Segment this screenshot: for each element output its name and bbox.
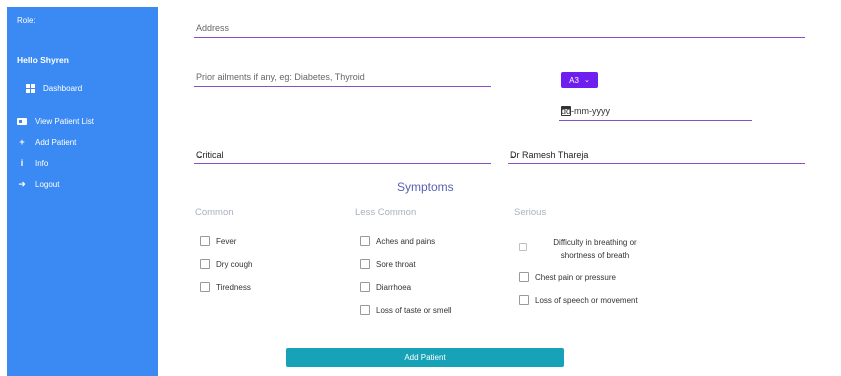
checkbox[interactable] <box>519 272 529 282</box>
symptom-label: Sore throat <box>376 259 416 269</box>
doctor-select[interactable]: Dr Ramesh Thareja ⌄ <box>508 148 805 164</box>
sidebar-item-label: Logout <box>35 179 60 189</box>
calendar-icon[interactable] <box>561 106 571 116</box>
symptoms-title: Symptoms <box>397 180 454 194</box>
sidebar-item-logout[interactable]: ➜ Logout <box>17 179 59 189</box>
symptom-checkbox-aches[interactable]: Aches and pains <box>360 236 435 246</box>
plus-icon: + <box>19 137 25 147</box>
id-card-icon <box>17 116 27 126</box>
ward-select[interactable]: A3 ⌄ <box>561 72 598 88</box>
sidebar: Role: Hello Shyren Dashboard View Patien… <box>7 7 158 376</box>
severity-select[interactable]: Critical ⌄ <box>194 148 491 164</box>
symptom-label: Diarrhoea <box>376 282 412 292</box>
sidebar-item-label: Info <box>35 158 49 168</box>
info-icon: i <box>20 158 24 168</box>
address-placeholder: Address <box>196 23 230 33</box>
sidebar-item-label: View Patient List <box>35 116 94 126</box>
symptom-checkbox-fever[interactable]: Fever <box>200 236 236 246</box>
greeting: Hello Shyren <box>17 55 69 65</box>
sidebar-item-dashboard[interactable]: Dashboard <box>25 83 82 93</box>
symptom-checkbox-tiredness[interactable]: Tiredness <box>200 282 251 292</box>
symptom-label-line: shortness of breath <box>560 251 630 260</box>
symptom-checkbox-loss-of-speech[interactable]: Loss of speech or movement <box>519 295 638 305</box>
symptom-label-line: Difficulty in breathing or <box>553 238 637 247</box>
checkbox[interactable] <box>519 243 527 251</box>
address-field[interactable]: Address <box>194 20 805 38</box>
symptom-checkbox-loss-of-taste[interactable]: Loss of taste or smell <box>360 305 452 315</box>
symptom-checkbox-dry-cough[interactable]: Dry cough <box>200 259 252 269</box>
less-common-heading: Less Common <box>355 207 417 218</box>
checkbox[interactable] <box>360 236 370 246</box>
symptom-label: Fever <box>216 236 237 246</box>
chevron-down-icon: ⌄ <box>196 151 203 160</box>
symptom-label: Tiredness <box>216 282 251 292</box>
checkbox[interactable] <box>360 305 370 315</box>
role-label: Role: <box>17 16 36 25</box>
date-field[interactable]: dd-mm-yyyy <box>559 104 752 121</box>
symptom-checkbox-breathing[interactable] <box>519 243 533 251</box>
symptom-label-breathing: Difficulty in breathing or shortness of … <box>536 236 654 262</box>
ward-select-value: A3 <box>569 75 579 85</box>
checkbox[interactable] <box>360 282 370 292</box>
sidebar-item-label: Dashboard <box>43 83 83 93</box>
symptom-label: Chest pain or pressure <box>535 272 616 282</box>
symptom-checkbox-chest-pain[interactable]: Chest pain or pressure <box>519 272 616 282</box>
sidebar-item-add-patient[interactable]: + Add Patient <box>17 137 76 147</box>
common-heading: Common <box>195 207 234 218</box>
symptom-label: Aches and pains <box>376 236 436 246</box>
serious-heading: Serious <box>514 207 547 218</box>
dashboard-icon <box>25 83 35 93</box>
sidebar-item-label: Add Patient <box>35 137 77 147</box>
prior-ailments-field[interactable]: Prior ailments if any, eg: Diabetes, Thy… <box>194 70 491 87</box>
add-patient-button[interactable]: Add Patient <box>286 348 564 367</box>
symptom-label: Loss of speech or movement <box>535 295 638 305</box>
logout-icon: ➜ <box>18 178 26 189</box>
sidebar-item-info[interactable]: i Info <box>17 158 49 168</box>
checkbox[interactable] <box>200 259 210 269</box>
symptom-label: Dry cough <box>216 259 253 269</box>
symptom-label: Loss of taste or smell <box>376 305 452 315</box>
sidebar-item-view-patient-list[interactable]: View Patient List <box>17 116 94 126</box>
chevron-down-icon: ⌄ <box>583 77 590 84</box>
checkbox[interactable] <box>519 295 529 305</box>
chevron-down-icon: ⌄ <box>510 151 517 160</box>
checkbox[interactable] <box>200 282 210 292</box>
symptom-checkbox-diarrhoea[interactable]: Diarrhoea <box>360 282 411 292</box>
prior-ailments-placeholder: Prior ailments if any, eg: Diabetes, Thy… <box>196 72 365 82</box>
checkbox[interactable] <box>200 236 210 246</box>
symptom-checkbox-sore-throat[interactable]: Sore throat <box>360 259 416 269</box>
checkbox[interactable] <box>360 259 370 269</box>
